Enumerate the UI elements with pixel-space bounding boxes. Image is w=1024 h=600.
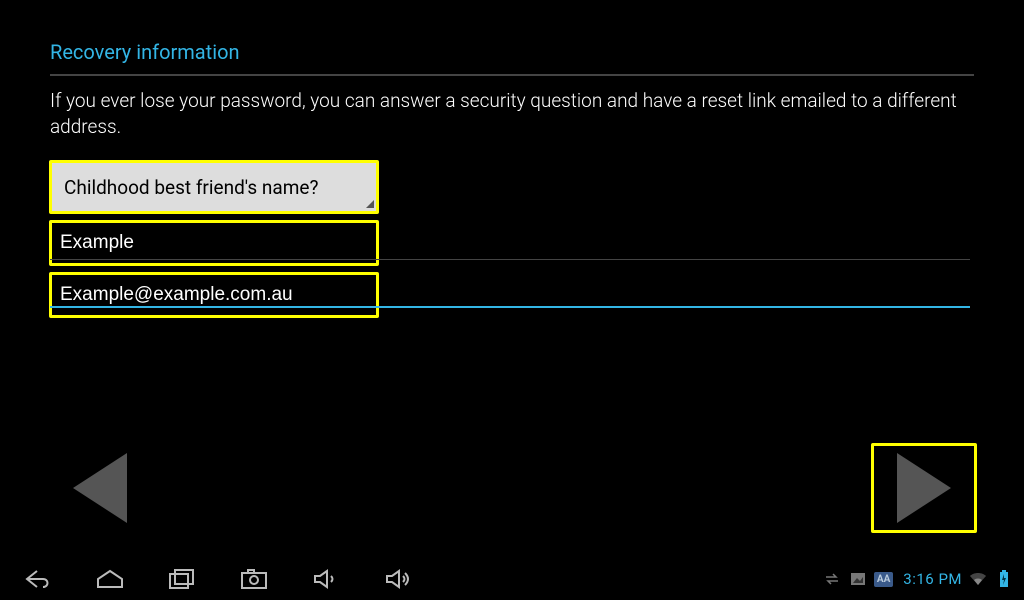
section-title: Recovery information xyxy=(50,40,974,74)
security-question-dropdown[interactable]: Childhood best friend's name? xyxy=(50,162,378,212)
next-button[interactable] xyxy=(874,448,974,528)
volume-down-icon xyxy=(311,567,341,591)
nav-home-icon xyxy=(95,567,125,591)
volume-down-button[interactable] xyxy=(298,558,354,600)
security-answer-input[interactable] xyxy=(50,222,378,264)
battery-charging-icon xyxy=(994,569,1014,589)
system-bar: AA 3:16 PM xyxy=(0,558,1024,600)
chevron-down-icon xyxy=(366,200,374,208)
recovery-email-input[interactable] xyxy=(50,274,378,316)
volume-up-button[interactable] xyxy=(370,558,426,600)
nav-home-button[interactable] xyxy=(82,558,138,600)
back-triangle-icon xyxy=(73,453,127,523)
wifi-icon xyxy=(968,569,988,589)
gallery-icon xyxy=(848,569,868,589)
nav-back-icon xyxy=(23,567,53,591)
back-button[interactable] xyxy=(50,448,150,528)
nav-recent-button[interactable] xyxy=(154,558,210,600)
next-triangle-icon xyxy=(897,453,951,523)
volume-up-icon xyxy=(383,567,413,591)
section-description: If you ever lose your password, you can … xyxy=(50,88,974,140)
camera-icon xyxy=(239,567,269,591)
divider xyxy=(50,74,974,76)
field-underline xyxy=(50,259,970,260)
clock: 3:16 PM xyxy=(903,570,962,588)
sync-icon xyxy=(822,569,842,589)
field-underline-active xyxy=(50,306,970,308)
security-question-value: Childhood best friend's name? xyxy=(64,176,318,199)
screenshot-button[interactable] xyxy=(226,558,282,600)
ime-badge: AA xyxy=(874,572,893,587)
nav-back-button[interactable] xyxy=(10,558,66,600)
nav-recent-icon xyxy=(167,567,197,591)
